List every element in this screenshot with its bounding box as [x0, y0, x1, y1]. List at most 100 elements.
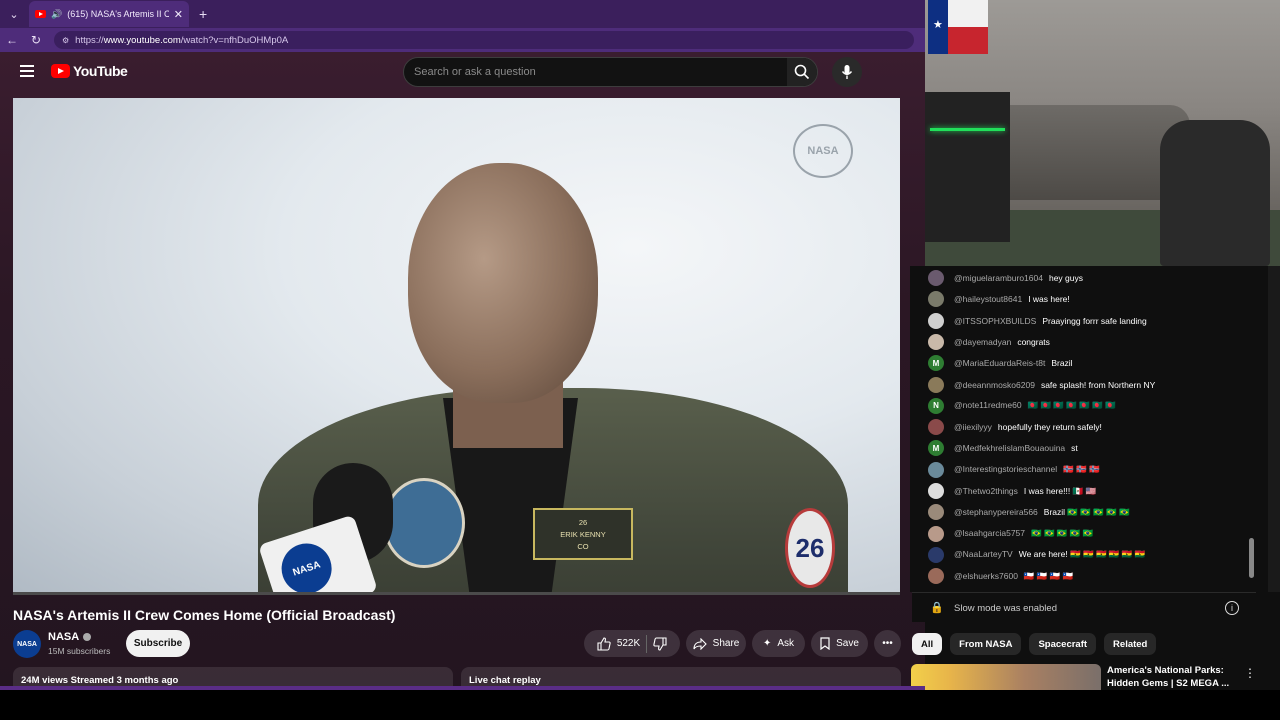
chat-message: @stephanypereira566 Brazil 🇧🇷 🇧🇷 🇧🇷 🇧🇷 🇧🇷	[910, 503, 1250, 521]
youtube-logo[interactable]: YouTube	[51, 63, 128, 79]
chat-scrollbar-thumb[interactable]	[1249, 538, 1254, 578]
site-info-icon[interactable]: ⚙	[62, 36, 69, 45]
chat-text: Praayingg forrr safe landing	[1042, 315, 1147, 326]
chat-author[interactable]: @MedfekhrelislamBouaouina	[954, 443, 1065, 453]
channel-name-text: NASA	[48, 631, 80, 643]
channel-name[interactable]: NASA	[48, 631, 92, 643]
search-button[interactable]	[787, 58, 817, 86]
chip-spacecraft[interactable]: Spacecraft	[1029, 633, 1097, 655]
chip-all[interactable]: All	[912, 633, 943, 655]
search-input[interactable]	[404, 58, 779, 86]
taskbar	[0, 690, 1280, 720]
speaker-icon[interactable]: 🔊	[51, 9, 62, 20]
chat-message-body: @miguelaramburo1604 hey guys	[954, 273, 1083, 283]
chat-scrollbar[interactable]	[1248, 266, 1256, 592]
chat-author[interactable]: @NaaLarteyTV	[954, 549, 1013, 559]
youtube-favicon-icon	[35, 10, 46, 18]
share-icon	[693, 637, 707, 650]
chat-author[interactable]: @ITSSOPHXBUILDS	[954, 316, 1036, 326]
nasa-watermark: NASA	[793, 124, 853, 178]
chat-avatar[interactable]	[928, 483, 944, 499]
recommended-thumbnail[interactable]	[911, 664, 1101, 690]
chat-author[interactable]: @Interestingstorieschannel	[954, 464, 1057, 474]
chat-avatar[interactable]	[928, 461, 944, 478]
chat-author[interactable]: @iiexilyyy	[954, 422, 992, 432]
squadron-patch	[383, 478, 465, 568]
chat-message-body: @haileystout8641 I was here!	[954, 294, 1070, 304]
new-tab-button[interactable]: +	[199, 6, 207, 22]
thumbs-down-icon[interactable]	[653, 636, 667, 651]
chat-message-body: @dayemadyan congrats	[954, 337, 1050, 347]
chat-avatar[interactable]	[928, 504, 944, 521]
chat-avatar[interactable]	[928, 525, 944, 542]
chat-avatar[interactable]	[928, 291, 944, 308]
chat-author[interactable]: @miguelaramburo1604	[954, 273, 1043, 283]
subscribe-button[interactable]: Subscribe	[126, 630, 190, 657]
recommended-video[interactable]: America's National Parks: Hidden Gems | …	[911, 662, 1256, 690]
channel-avatar[interactable]: NASA	[13, 630, 41, 658]
chat-avatar[interactable]	[928, 333, 944, 350]
chat-avatar[interactable]	[928, 312, 944, 329]
name-tag-number: 26	[578, 517, 588, 527]
ask-label: Ask	[777, 638, 795, 649]
tab-list-button[interactable]: ⌄	[3, 3, 25, 25]
recommended-title-line2[interactable]: Hidden Gems | S2 MEGA ...	[1107, 678, 1229, 689]
ask-button[interactable]: ✦ Ask	[752, 630, 805, 657]
microphone-icon	[841, 65, 853, 79]
progress-bar[interactable]	[13, 592, 900, 595]
info-icon[interactable]: i	[1225, 601, 1239, 615]
chat-message-body: @note11redme60 🇧🇩 🇧🇩 🇧🇩 🇧🇩 🇧🇩 🇧🇩 🇧🇩	[954, 400, 1116, 411]
share-button[interactable]: Share	[686, 630, 746, 657]
chat-author[interactable]: @deeannmosko6209	[954, 380, 1035, 390]
url-field[interactable]: ⚙ https://www.youtube.com/watch?v=nfhDuO…	[54, 31, 914, 49]
chat-message: @iiexilyyy hopefully they return safely!	[910, 418, 1250, 436]
chat-message-body: @stephanypereira566 Brazil 🇧🇷 🇧🇷 🇧🇷 🇧🇷 🇧🇷	[954, 507, 1130, 518]
thumbs-up-icon[interactable]	[597, 636, 611, 651]
chat-message-body: @elshuerks7600 🇨🇱 🇨🇱 🇨🇱 🇨🇱	[954, 571, 1073, 582]
chat-avatar[interactable]: M	[928, 355, 944, 372]
more-vertical-icon[interactable]: ⋮	[1244, 666, 1256, 680]
chat-avatar[interactable]: N	[928, 397, 944, 414]
chat-author[interactable]: @elshuerks7600	[954, 571, 1018, 581]
chat-avatar[interactable]	[928, 419, 944, 436]
chat-author[interactable]: @note11redme60	[954, 400, 1022, 410]
chat-avatar[interactable]	[928, 568, 944, 585]
name-tag-name: ERIK KENNY	[560, 529, 606, 539]
video-player[interactable]: NASA 26 ERIK KENNY CO 26 NASA	[13, 98, 900, 595]
verified-icon	[83, 633, 92, 641]
chat-author[interactable]: @dayemadyan	[954, 337, 1011, 347]
chip-from-nasa[interactable]: From NASA	[950, 633, 1022, 655]
chat-text: I was here!	[1028, 294, 1070, 305]
back-arrow-icon[interactable]: ←	[0, 33, 24, 47]
close-tab-icon[interactable]: ✕	[174, 8, 183, 21]
chip-related[interactable]: Related	[1104, 633, 1157, 655]
flag-red-band	[948, 27, 988, 54]
chat-avatar[interactable]	[928, 546, 944, 563]
url-text: https://www.youtube.com/watch?v=nfhDuOHM…	[75, 35, 288, 46]
chat-author[interactable]: @haileystout8641	[954, 294, 1022, 304]
chat-avatar[interactable]: M	[928, 440, 944, 457]
chat-avatar[interactable]	[928, 270, 944, 286]
live-chat-list[interactable]: @miguelaramburo1604 hey guys @haileystout8…	[910, 266, 1280, 592]
chat-message: @Thetwo2things I was here!!! 🇲🇽 🇺🇸	[910, 482, 1250, 500]
reload-icon[interactable]: ↻	[24, 33, 48, 47]
lock-icon: 🔒	[930, 602, 944, 614]
chat-text: hopefully they return safely!	[997, 422, 1102, 433]
chat-text: safe splash! from Northern NY	[1040, 379, 1156, 390]
chat-text: 🇨🇱 🇨🇱 🇨🇱 🇨🇱	[1023, 570, 1074, 581]
chat-text: 🇳🇴 🇳🇴 🇳🇴	[1063, 464, 1100, 475]
like-count[interactable]: 522K	[617, 638, 640, 649]
sparkle-icon: ✦	[762, 638, 772, 649]
chat-message: @Interestingstorieschannel 🇳🇴 🇳🇴 🇳🇴	[910, 461, 1250, 479]
menu-icon[interactable]	[20, 65, 34, 77]
chat-author[interactable]: @MariaEduardaReis-t8t	[954, 358, 1045, 368]
browser-tab[interactable]: 🔊 (615) NASA's Artemis II Crew ✕	[29, 1, 189, 27]
chat-author[interactable]: @lsaahgarcia5757	[954, 528, 1025, 538]
recommended-title-line1[interactable]: America's National Parks:	[1107, 665, 1224, 676]
chat-author[interactable]: @Thetwo2things	[954, 486, 1018, 496]
voice-search-button[interactable]	[832, 57, 862, 87]
save-button[interactable]: Save	[811, 630, 868, 657]
chat-avatar[interactable]	[928, 376, 944, 393]
more-actions-button[interactable]: •••	[874, 630, 901, 657]
chat-author[interactable]: @stephanypereira566	[954, 507, 1038, 517]
